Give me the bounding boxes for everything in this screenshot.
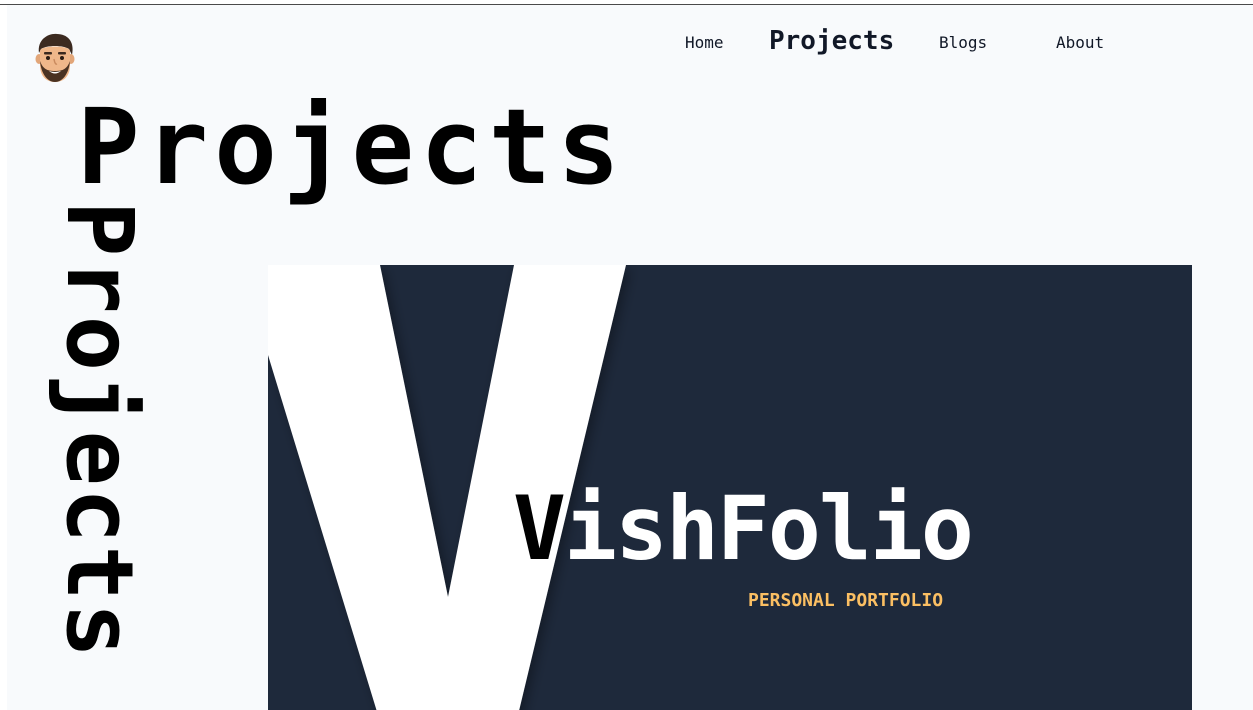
- vertical-page-title: Projects: [46, 201, 153, 661]
- page-title: Projects: [77, 86, 626, 208]
- project-tagline: PERSONAL PORTFOLIO: [748, 590, 944, 611]
- nav-blogs-link[interactable]: Blogs: [939, 33, 987, 52]
- nav-about-link[interactable]: About: [1056, 33, 1104, 52]
- page: Home Projects Blogs About Projects Proje…: [7, 5, 1253, 710]
- nav-home-link[interactable]: Home: [685, 33, 724, 52]
- brand-rest: ishFolio: [563, 477, 974, 580]
- brand-initial: V: [513, 477, 566, 580]
- memoji-avatar-icon[interactable]: [33, 31, 77, 85]
- project-card-vishfolio[interactable]: VishFolio PERSONAL PORTFOLIO: [268, 265, 1192, 710]
- nav-projects-link[interactable]: Projects: [769, 26, 894, 56]
- project-brand-title: VishFolio: [513, 485, 974, 573]
